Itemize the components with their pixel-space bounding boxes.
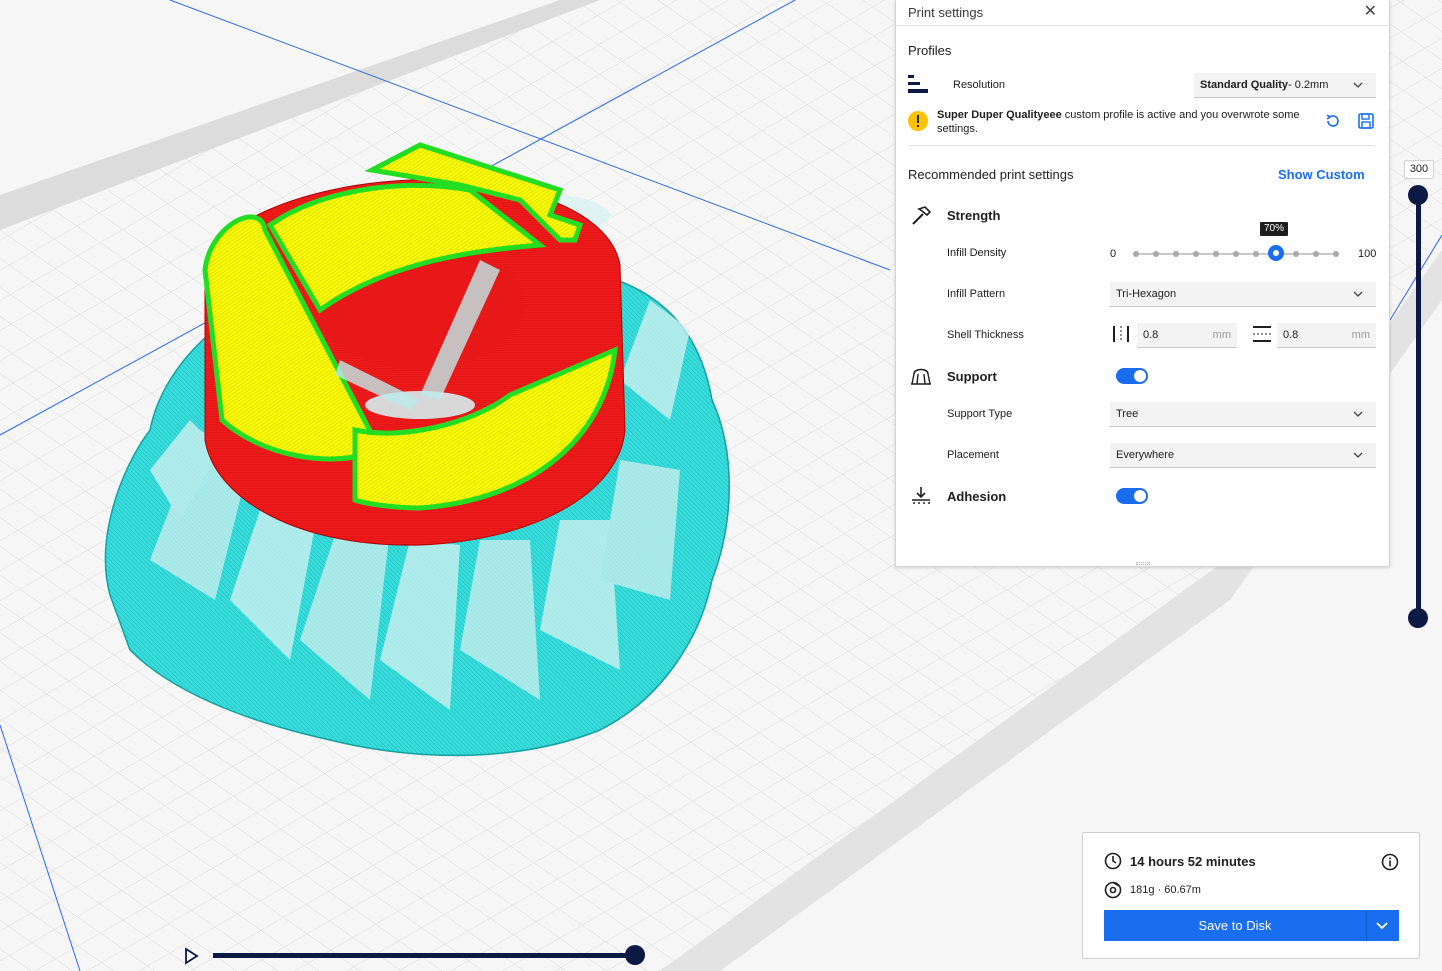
placement-dropdown[interactable]: Everywhere [1110,443,1376,468]
close-icon[interactable]: ✕ [1364,1,1377,21]
show-custom-button[interactable]: Show Custom [1278,167,1365,182]
support-type-dropdown[interactable]: Tree [1110,402,1376,427]
layer-slider-track[interactable] [1416,195,1421,618]
adhesion-icon [912,487,930,504]
support-toggle-knob [1134,370,1146,382]
resolution-icon [908,75,928,93]
wall-thickness-value: 0.8 [1143,329,1159,341]
infill-density-tick [1253,251,1259,257]
clock-icon [1104,852,1122,870]
infill-pattern-label: Infill Pattern [947,288,1006,300]
infill-density-tick [1153,251,1159,257]
layer-number-box[interactable]: 300 [1404,160,1434,179]
wall-thickness-unit: mm [1212,329,1231,341]
infill-pattern-dropdown[interactable]: Tri-Hexagon [1110,282,1376,307]
print-time: 14 hours 52 minutes [1130,853,1256,869]
adhesion-toggle-knob [1134,490,1146,502]
chevron-down-icon [1353,452,1363,458]
path-slider-handle[interactable] [625,945,645,965]
save-profile-icon[interactable] [1357,112,1375,130]
panel-title: Print settings [908,5,984,20]
support-label: Support [947,369,997,384]
infill-pattern-value: Tri-Hexagon [1116,288,1177,300]
infill-density-handle[interactable] [1268,245,1284,261]
infill-density-tick [1173,251,1179,257]
chevron-down-icon [1353,82,1363,88]
support-type-value: Tree [1116,408,1139,420]
infill-density-tick [1293,251,1299,257]
material-usage: 181g · 60.67m [1130,884,1201,896]
wall-thickness-input[interactable]: 0.8 mm [1137,323,1237,348]
infill-density-tick [1213,251,1219,257]
chevron-down-icon [1353,291,1363,297]
save-to-disk-button[interactable]: Save to Disk [1104,910,1399,941]
recommended-heading: Recommended print settings [908,167,1074,182]
top-bottom-thickness-input[interactable]: 0.8 mm [1277,323,1376,348]
top-bottom-thickness-icon [1253,326,1271,342]
infill-density-tick [1333,251,1339,257]
infill-density-tooltip: 70% [1260,222,1289,236]
shell-thickness-label: Shell Thickness [947,329,1024,341]
support-type-label: Support Type [947,408,1013,420]
layer-slider-bottom-handle[interactable] [1408,608,1428,628]
divider [908,145,1375,146]
strength-label: Strength [947,208,1001,223]
infill-density-label: Infill Density [947,247,1007,259]
support-toggle[interactable] [1116,368,1148,384]
save-to-disk-label: Save to Disk [1198,918,1272,933]
play-icon[interactable] [182,947,200,965]
placement-value: Everywhere [1116,449,1175,461]
panel-titlebar: Print settings ✕ [896,0,1389,26]
layer-slider-top-handle[interactable] [1408,185,1428,205]
infill-density-tick [1313,251,1319,257]
support-icon [911,368,931,385]
top-bottom-thickness-unit: mm [1351,329,1370,341]
profiles-heading: Profiles [908,43,952,58]
strength-hammer-icon [912,206,932,225]
top-bottom-thickness-value: 0.8 [1283,329,1299,341]
custom-profile-warning: Super Duper Qualityeee custom profile is… [937,108,1335,136]
wall-thickness-icon [1113,326,1129,342]
infill-max-label: 100 [1358,248,1377,260]
adhesion-label: Adhesion [947,489,1007,504]
info-icon[interactable] [1381,853,1399,871]
material-row: 181g · 60.67m [1104,881,1201,899]
print-output-panel: 14 hours 52 minutes 181g · 60.67m Save t… [1082,832,1420,959]
warning-profile-name: Super Duper Qualityeee [937,109,1062,121]
spool-icon [1104,881,1122,899]
chevron-down-icon [1353,411,1363,417]
panel-resize-grip[interactable] [1136,562,1150,565]
resolution-label: Resolution [953,79,1005,91]
infill-density-tick [1233,251,1239,257]
print-time-row: 14 hours 52 minutes [1104,852,1256,870]
resolution-value-bold: Standard Quality [1200,79,1289,91]
infill-density-tick [1193,251,1199,257]
path-slider-track[interactable] [213,953,636,958]
resolution-dropdown[interactable]: Standard Quality - 0.2mm [1194,73,1376,98]
infill-density-tick [1133,251,1139,257]
reset-icon[interactable] [1324,112,1342,130]
warning-icon [908,111,928,131]
button-separator [1366,910,1367,941]
adhesion-toggle[interactable] [1116,488,1148,504]
placement-label: Placement [947,449,999,461]
resolution-value-rest: - 0.2mm [1288,79,1329,91]
infill-min-label: 0 [1110,248,1117,260]
chevron-down-icon[interactable] [1375,919,1389,933]
